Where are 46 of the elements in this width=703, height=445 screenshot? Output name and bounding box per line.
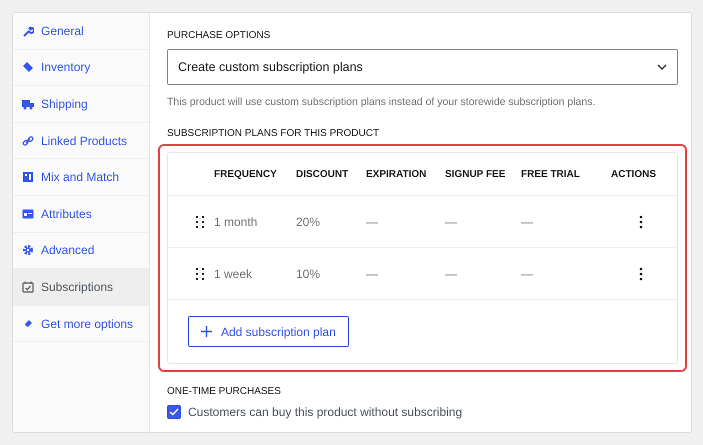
wrench-icon — [22, 24, 34, 37]
column-header: EXPIRATION — [366, 168, 428, 180]
column-header: FREE TRIAL — [521, 168, 581, 180]
truck-icon — [22, 98, 34, 110]
sidebar-item[interactable]: Inventory — [13, 50, 149, 86]
table-cell-text: — — [445, 266, 458, 280]
more-options-icon[interactable] — [639, 214, 643, 228]
card-icon — [22, 208, 34, 220]
table-cell-text: — — [521, 214, 534, 228]
sidebar-item[interactable]: Shipping — [13, 86, 149, 123]
add-plan-button[interactable]: Add subscription plan — [188, 316, 349, 347]
drag-handle-icon[interactable] — [196, 216, 204, 228]
tag-icon — [22, 61, 34, 74]
checkbox-label: Customers can buy this product without subscribing — [188, 405, 462, 419]
link-icon — [22, 134, 34, 147]
help-text: This product will use custom subscription plans instead of your storewide subscription plans. — [167, 96, 596, 108]
sidebar-item[interactable]: Attributes — [13, 196, 149, 233]
grid-icon — [22, 171, 34, 184]
column-header: FREQUENCY — [214, 168, 278, 180]
section-heading: PURCHASE OPTIONS — [167, 30, 272, 41]
drag-handle-icon[interactable] — [196, 268, 204, 280]
purchase-options-dropdown[interactable]: Create custom subscription plans — [167, 49, 678, 85]
table-cell-text: — — [521, 266, 534, 280]
calendar-icon — [22, 280, 34, 293]
sidebar-item[interactable]: Linked Products — [13, 122, 149, 160]
more-options-icon[interactable] — [639, 266, 643, 280]
table-cell-text: 20% — [296, 214, 322, 228]
section-heading: ONE-TIME PURCHASES — [167, 386, 282, 397]
table-cell-text: 1 week — [214, 266, 254, 280]
table-cell-text: — — [445, 214, 458, 228]
sidebar-item[interactable]: General — [13, 13, 149, 50]
column-header: DISCOUNT — [296, 168, 350, 180]
column-header: SIGNUP FEE — [445, 168, 506, 180]
table-cell-text: — — [366, 214, 379, 228]
sidebar-item[interactable]: Subscriptions — [13, 269, 149, 306]
sidebar-item[interactable]: Mix and Match — [13, 159, 149, 196]
plus-icon — [201, 326, 212, 337]
table-cell-text: 10% — [296, 266, 322, 280]
section-heading: SUBSCRIPTION PLANS FOR THIS PRODUCT — [167, 128, 380, 139]
checkbox[interactable] — [167, 405, 181, 419]
chevron-down-icon — [657, 64, 667, 70]
column-header: ACTIONS — [611, 168, 657, 180]
gear-icon — [22, 244, 34, 256]
table-cell-text: — — [366, 266, 379, 280]
sidebar-item[interactable]: Get more options — [13, 306, 149, 342]
table-cell-text: 1 month — [214, 214, 258, 228]
